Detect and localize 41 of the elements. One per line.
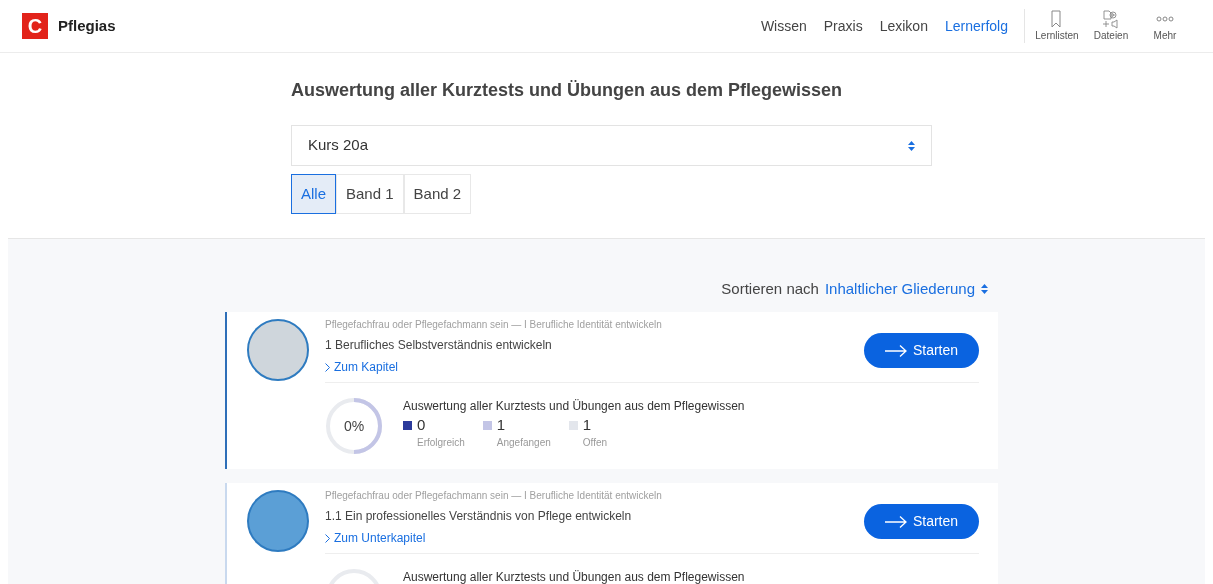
filter-tab[interactable]: Alle [291, 174, 336, 214]
breadcrumb-path: Pflegefachfrau oder Pflegefachmann sein — I Berufliche Identität entwickeln [325, 318, 662, 332]
stat-value: 1 [582, 415, 592, 435]
chapter-link[interactable]: Zum Kapitel [325, 358, 662, 376]
filter-tab[interactable]: Band 1 [336, 174, 404, 214]
nav-link[interactable]: Lexikon [879, 15, 928, 37]
arrow-right-icon [884, 344, 907, 357]
stat-label: Offen [582, 436, 608, 450]
stat-value: 1 [496, 415, 506, 435]
sort-label: Sortieren nach [721, 278, 819, 299]
breadcrumb-path: Pflegefachfrau oder Pflegefachmann sein — I Berufliche Identität entwickeln [325, 489, 662, 503]
sort-dropdown[interactable]: Inhaltlicher Gliederung [824, 277, 988, 301]
start-button[interactable]: Starten [864, 333, 979, 368]
chevron-right-icon [325, 362, 330, 372]
page-title: Auswertung aller Kurztests und Übungen aus dem Pflegewissen [291, 79, 843, 102]
progress-heading: Auswertung aller Kurztests und Übungen aus dem Pflegewissen [403, 569, 745, 584]
stat-value: 0 [417, 415, 426, 435]
toolbar-button[interactable]: Lernlisten [1035, 9, 1079, 43]
toolbar-button[interactable]: Dateien [1089, 9, 1133, 43]
stat-label: Angefangen [496, 436, 551, 450]
course-select[interactable]: Kurs 20a [291, 125, 932, 166]
arrow-right-icon [884, 515, 907, 528]
chevron-right-icon [325, 533, 330, 543]
stat-label: Erfolgreich [417, 436, 465, 450]
sort-arrows-icon [981, 284, 988, 294]
chapter-link[interactable]: Zum Unterkapitel [325, 529, 662, 547]
nav-link[interactable]: Praxis [823, 15, 863, 37]
chapter-title: 1 Berufliches Selbstverständnis entwickeln [325, 337, 553, 354]
logo-icon[interactable]: C [22, 13, 48, 39]
progress-heading: Auswertung aller Kurztests und Übungen aus dem Pflegewissen [403, 398, 745, 415]
more-icon [1156, 16, 1174, 22]
files-icon [1102, 9, 1120, 29]
nav-link[interactable]: Wissen [760, 15, 807, 37]
brand-name: Pflegias [58, 15, 116, 36]
nav-link[interactable]: Lernerfolg [944, 15, 1008, 37]
chapter-title: 1.1 Ein professionelles Verständnis von Pflege entwickeln [325, 508, 633, 525]
start-button[interactable]: Starten [864, 504, 979, 539]
progress-percent: 0% [342, 417, 366, 435]
filter-tab[interactable]: Band 2 [403, 174, 472, 214]
toolbar-button[interactable]: Mehr [1143, 9, 1187, 43]
sort-arrows-icon [908, 140, 915, 151]
